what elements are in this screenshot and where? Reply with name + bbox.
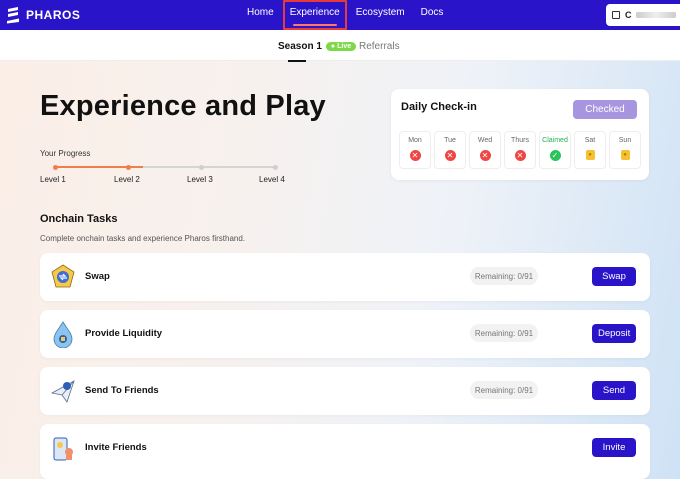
progress-dot-level-2: [126, 164, 131, 170]
task-remaining: Remaining: 0/91: [470, 267, 538, 285]
progress-dot-level-4: [273, 164, 278, 170]
day-name: Sun: [618, 137, 632, 144]
wallet-button[interactable]: C 4: [606, 4, 680, 26]
nav-experience[interactable]: Experience: [282, 0, 347, 30]
progress-dot-level-3: [199, 164, 204, 170]
task-remaining: Remaining: 0/91: [470, 381, 538, 399]
onchain-tasks-title: Onchain Tasks: [40, 213, 118, 225]
missed-icon: ✕: [444, 150, 456, 161]
check-icon: ✓: [549, 150, 561, 161]
wallet-address-prefix: C: [624, 10, 632, 20]
level-label-2: Level 2: [114, 175, 140, 184]
task-name: Invite Friends: [85, 442, 147, 453]
checkin-day-wed: Wed ✕: [469, 131, 501, 169]
top-navbar: PHAROS Home Experience Ecosystem Docs C …: [0, 0, 680, 30]
task-card-swap: Swap Remaining: 0/91 Swap: [40, 253, 650, 301]
day-name: Mon: [408, 137, 422, 144]
day-name: Thurs: [511, 137, 529, 144]
level-label-4: Level 4: [259, 175, 285, 184]
progress-label: Your Progress: [40, 149, 91, 158]
deposit-button[interactable]: Deposit: [592, 324, 637, 343]
level-label-3: Level 3: [187, 175, 213, 184]
task-name: Send To Friends: [85, 385, 159, 396]
task-card-send: Send To Friends Remaining: 0/91 Send: [40, 367, 650, 415]
checkin-title: Daily Check-in: [401, 101, 477, 113]
checkin-day-tue: Tue ✕: [434, 131, 466, 169]
nav-home[interactable]: Home: [240, 0, 281, 30]
progress-dot-level-1: [53, 164, 58, 170]
checkin-day-thurs: Thurs ✕: [504, 131, 536, 169]
pharos-logo-icon: [7, 7, 19, 24]
send-button[interactable]: Send: [592, 381, 636, 400]
checkin-day-sat: Sat ●: [574, 131, 606, 169]
checkin-day-claimed: Claimed ✓: [539, 131, 571, 169]
season-tabs: Season 1 ● Live Referrals: [0, 30, 680, 62]
wallet-address-redacted: [636, 12, 676, 18]
task-name: Swap: [85, 271, 110, 282]
invite-button[interactable]: Invite: [592, 438, 636, 457]
checked-button[interactable]: Checked: [573, 100, 637, 119]
reward-icon: ●: [585, 150, 595, 160]
paper-plane-icon: [50, 380, 75, 403]
swap-icon: [51, 264, 75, 288]
checkin-days: Mon ✕ Tue ✕ Wed ✕ Thurs ✕ Claimed ✓ Sat ● Sun ●: [399, 131, 641, 169]
liquidity-drop-icon: [53, 321, 73, 348]
daily-checkin-card: Daily Check-in Checked Mon ✕ Tue ✕ Wed ✕ Thurs…: [391, 89, 649, 180]
checkin-day-mon: Mon ✕: [399, 131, 431, 169]
wallet-icon: [612, 11, 620, 19]
missed-icon: ✕: [514, 150, 526, 161]
season-label: Season 1: [278, 41, 322, 52]
onchain-tasks-subtitle: Complete onchain tasks and experience Ph…: [40, 234, 246, 243]
brand-name: PHAROS: [26, 8, 81, 22]
logo[interactable]: PHAROS: [6, 6, 80, 24]
swap-button[interactable]: Swap: [592, 267, 636, 286]
task-remaining: Remaining: 0/91: [470, 324, 538, 342]
missed-icon: ✕: [479, 150, 491, 161]
tab-season-1[interactable]: Season 1 ● Live: [278, 41, 357, 62]
day-name: Sat: [584, 137, 596, 144]
day-name: Wed: [477, 137, 493, 144]
live-badge: ● Live: [325, 42, 357, 51]
checkin-day-sun: Sun ●: [609, 131, 641, 169]
day-name: Claimed: [542, 137, 568, 144]
reward-icon: ●: [620, 150, 630, 160]
level-label-1: Level 1: [40, 175, 66, 184]
task-name: Provide Liquidity: [85, 328, 163, 339]
tab-referrals[interactable]: Referrals: [359, 41, 400, 52]
invite-phone-icon: [53, 437, 73, 461]
progress-bar: [53, 164, 278, 170]
day-name: Tue: [444, 137, 456, 144]
nav-links: Home Experience Ecosystem Docs: [240, 0, 452, 30]
task-card-liquidity: Provide Liquidity Remaining: 0/91 Deposi…: [40, 310, 650, 358]
page-title: Experience and Play: [40, 90, 326, 122]
task-card-invite: Invite Friends Invite: [40, 424, 650, 479]
nav-docs[interactable]: Docs: [414, 0, 451, 30]
missed-icon: ✕: [409, 150, 421, 161]
nav-ecosystem[interactable]: Ecosystem: [349, 0, 412, 30]
